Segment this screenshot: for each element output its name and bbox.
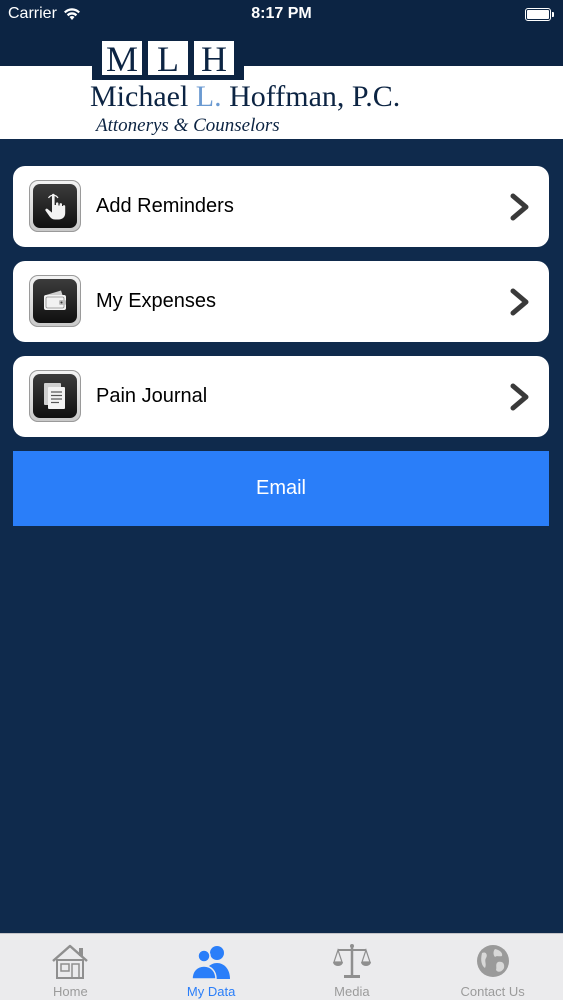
chevron-right-icon xyxy=(510,288,529,316)
house-icon xyxy=(52,944,89,979)
add-reminders-button[interactable]: Add Reminders xyxy=(13,166,549,247)
add-reminders-label: Add Reminders xyxy=(96,195,234,217)
logo-monogram: M L H xyxy=(92,36,244,80)
logo-letter-h: H xyxy=(194,41,234,77)
firm-name-last: Hoffman, P.C. xyxy=(229,80,401,113)
tab-my-data[interactable]: My Data xyxy=(141,934,282,1000)
my-expenses-button[interactable]: My Expenses xyxy=(13,261,549,342)
chevron-right-icon xyxy=(510,383,529,411)
status-bar: Carrier 8:17 PM xyxy=(0,0,563,30)
my-expenses-icon-tile xyxy=(29,275,81,327)
tab-home[interactable]: Home xyxy=(0,934,141,1000)
document-icon xyxy=(44,383,65,409)
my-expenses-label: My Expenses xyxy=(96,290,217,312)
pain-journal-label: Pain Journal xyxy=(96,385,208,407)
pain-journal-button[interactable]: Pain Journal xyxy=(13,356,549,437)
user-group-icon xyxy=(191,946,231,980)
header-band xyxy=(0,30,563,66)
pain-journal-icon-tile xyxy=(29,370,81,422)
chevron-right-icon xyxy=(510,193,529,221)
touch-hand-icon xyxy=(45,193,66,220)
scales-icon xyxy=(332,944,371,978)
tab-media[interactable]: Media xyxy=(282,934,423,1000)
add-reminders-icon-tile xyxy=(29,180,81,232)
battery-level xyxy=(527,10,549,19)
logo-letter-m: M xyxy=(102,41,142,77)
tab-media-label: Media xyxy=(334,984,370,999)
battery-icon xyxy=(525,8,554,21)
wallet-icon xyxy=(44,290,66,310)
tab-contact-us[interactable]: Contact Us xyxy=(422,934,563,1000)
firm-name-first: Michael xyxy=(90,80,189,113)
firm-name: Michael L. Hoffman, P.C. xyxy=(90,80,400,114)
status-time: 8:17 PM xyxy=(251,5,312,22)
tab-home-label: Home xyxy=(53,984,88,999)
logo-letter-l: L xyxy=(148,41,188,77)
email-button[interactable]: Email xyxy=(13,451,549,526)
tab-bar: Home My Data Media Contact Us xyxy=(0,933,563,1000)
globe-icon xyxy=(476,945,509,977)
firm-tagline: Attonerys & Counselors xyxy=(96,115,280,136)
tab-contact-us-label: Contact Us xyxy=(460,984,525,999)
firm-name-middle: L. xyxy=(195,80,222,113)
tab-my-data-label: My Data xyxy=(186,984,236,999)
